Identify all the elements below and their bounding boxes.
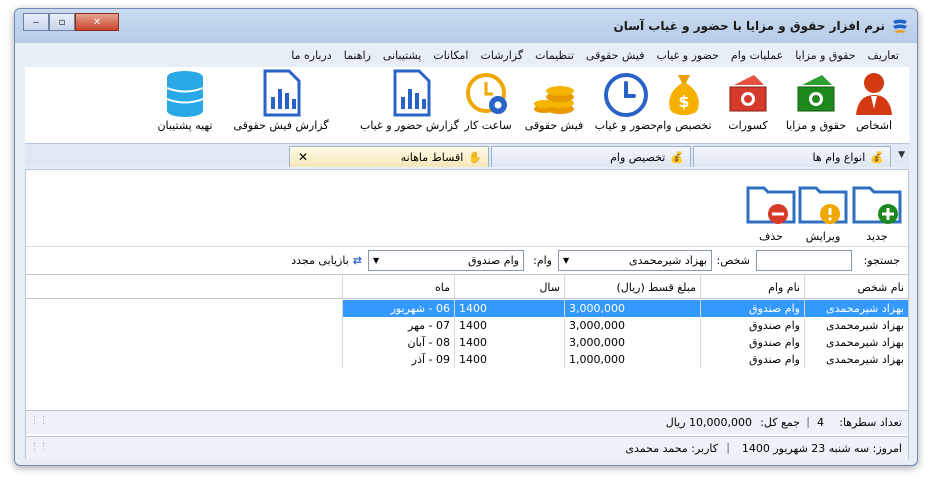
folder-remove-icon (746, 186, 796, 224)
current-user: کاربر: محمد محمدی (625, 442, 718, 455)
loan-label: وام: (533, 254, 552, 267)
menu-reports[interactable]: گزارشات (475, 49, 530, 62)
database-icon (166, 71, 204, 117)
table-row[interactable]: بهزاد شیرمحمدی وام صندوق 1,000,000 1400 … (26, 351, 908, 368)
menu-attendance[interactable]: حضور و غیاب (650, 49, 724, 62)
money-minus-icon (729, 75, 767, 112)
close-tab-icon[interactable]: ✕ (298, 150, 308, 164)
header-loan[interactable]: نام وام (700, 275, 804, 298)
header-person[interactable]: نام شخص (804, 275, 908, 298)
delete-button[interactable]: حذف (744, 182, 798, 243)
window-controls: ✕ ▫ ‒ (23, 13, 119, 31)
divider: | (726, 441, 730, 454)
installments-panel: جدید ویرایش حذف جستجو: شخص: بهزاد شیرمحم… (25, 169, 909, 460)
header-amount[interactable]: مبلغ قسط (ریال) (564, 275, 700, 298)
menu-help[interactable]: راهنما (338, 49, 377, 62)
table-row[interactable]: بهزاد شیرمحمدی وام صندوق 3,000,000 1400 … (26, 317, 908, 334)
menu-support[interactable]: پشتیبانی (377, 49, 427, 62)
menu-payslip[interactable]: فیش حقوقی (580, 49, 651, 62)
resize-grip-icon: ⋮⋮ (30, 416, 48, 426)
header-month[interactable]: ماه (342, 275, 454, 298)
chevron-down-icon: ▼ (563, 256, 570, 265)
person-label: شخص: (716, 254, 751, 267)
app-window: نرم افزار حقوق و مزایا با حضور و غیاب آس… (14, 8, 918, 466)
toolbar-attendance-button[interactable]: حضور و غیاب (591, 69, 661, 132)
menu-loan-ops[interactable]: عملیات وام (725, 49, 789, 62)
installments-table: نام شخص نام وام مبلغ قسط (ریال) سال ماه … (26, 274, 908, 414)
clock-gear-icon (466, 73, 507, 114)
total-label: جمع کل: (760, 416, 800, 429)
action-bar: جدید ویرایش حذف (26, 176, 908, 246)
toolbar-work-hours-button[interactable]: ساعت کار (453, 69, 523, 132)
clock-icon (604, 73, 648, 117)
person-icon (856, 73, 892, 115)
toolbar-salary-button[interactable]: حقوق و مزایا (781, 69, 851, 132)
tab-strip: ▼ 💰 انواع وام ها 💰 تخصیص وام ✋ اقساط ماه… (25, 143, 909, 167)
money-bag-icon: 💰 (670, 150, 684, 164)
title-bar: نرم افزار حقوق و مزایا با حضور و غیاب آس… (15, 9, 917, 43)
refresh-icon: ⇄ (352, 254, 362, 267)
report-icon (393, 69, 431, 117)
app-logo-icon (893, 19, 907, 33)
folder-warning-icon (798, 186, 848, 224)
folder-add-icon (852, 186, 902, 224)
toolbar-payslip-report-button[interactable]: گزارش فیش حقوقی (233, 69, 329, 132)
tab-loan-assign[interactable]: 💰 تخصیص وام (491, 146, 691, 167)
summary-bar: تعداد سطرها: 4 | جمع کل: 10,000,000 ریال… (26, 410, 908, 434)
money-icon (797, 75, 835, 112)
table-header: نام شخص نام وام مبلغ قسط (ریال) سال ماه (26, 275, 908, 299)
header-year[interactable]: سال (454, 275, 564, 298)
person-select[interactable]: بهزاد شیرمحمدی ▼ (558, 250, 712, 271)
menu-definitions[interactable]: تعاریف (862, 49, 905, 62)
money-bag-icon: 💰 (870, 150, 884, 164)
rows-count-value: 4 (817, 416, 824, 429)
svg-text:$: $ (678, 92, 689, 111)
resize-grip-icon: ⋮⋮ (30, 442, 48, 452)
report-icon (263, 69, 301, 117)
new-button[interactable]: جدید (850, 182, 904, 243)
money-bag-icon: $ (669, 75, 699, 115)
menu-about[interactable]: درباره ما (285, 49, 337, 62)
status-bar: امروز: سه شنبه 23 شهریور 1400 | کاربر: م… (26, 436, 908, 460)
tab-monthly-installments[interactable]: ✋ اقساط ماهانه ✕ (289, 146, 489, 167)
rows-count-label: تعداد سطرها: (839, 416, 902, 429)
edit-button[interactable]: ویرایش (796, 182, 850, 243)
toolbar-ribbon: اشخاص حقوق و مزایا کسورات $ تخصیص وام حض… (25, 67, 909, 151)
search-input[interactable] (756, 250, 852, 271)
coins-icon (534, 86, 574, 114)
menu-salary[interactable]: حقوق و مزایا (789, 49, 861, 62)
loan-select[interactable]: وام صندوق ▼ (368, 250, 524, 271)
toolbar-deductions-button[interactable]: کسورات (713, 69, 783, 132)
refresh-button[interactable]: ⇄ بازیابی مجدد (291, 254, 362, 267)
toolbar-attendance-report-button[interactable]: گزارش حضور و غیاب (360, 69, 459, 132)
divider: | (806, 415, 810, 428)
chevron-down-icon: ▼ (373, 256, 380, 265)
total-value: 10,000,000 ریال (665, 416, 752, 429)
search-label: جستجو: (863, 254, 900, 267)
toolbar-payslip-button[interactable]: فیش حقوقی (519, 69, 589, 132)
table-row[interactable]: بهزاد شیرمحمدی وام صندوق 3,000,000 1400 … (26, 334, 908, 351)
menu-bar: تعاریف حقوق و مزایا عملیات وام حضور و غی… (25, 45, 909, 65)
window-title: نرم افزار حقوق و مزایا با حضور و غیاب آس… (613, 19, 885, 33)
filter-bar: جستجو: شخص: بهزاد شیرمحمدی ▼ وام: وام صن… (26, 246, 908, 274)
maximize-button[interactable]: ▫ (49, 13, 75, 31)
tab-scroll-down-icon[interactable]: ▼ (898, 150, 905, 160)
close-button[interactable]: ✕ (75, 13, 119, 31)
table-row[interactable]: بهزاد شیرمحمدی وام صندوق 3,000,000 1400 … (26, 300, 908, 317)
hand-money-icon: ✋ (468, 150, 482, 164)
toolbar-backup-button[interactable]: تهیه پشتیبان (141, 69, 229, 132)
today-date: امروز: سه شنبه 23 شهریور 1400 (741, 442, 902, 455)
menu-features[interactable]: امکانات (427, 49, 474, 62)
menu-settings[interactable]: تنظیمات (529, 49, 580, 62)
minimize-button[interactable]: ‒ (23, 13, 49, 31)
tab-loan-types[interactable]: 💰 انواع وام ها (693, 146, 891, 167)
